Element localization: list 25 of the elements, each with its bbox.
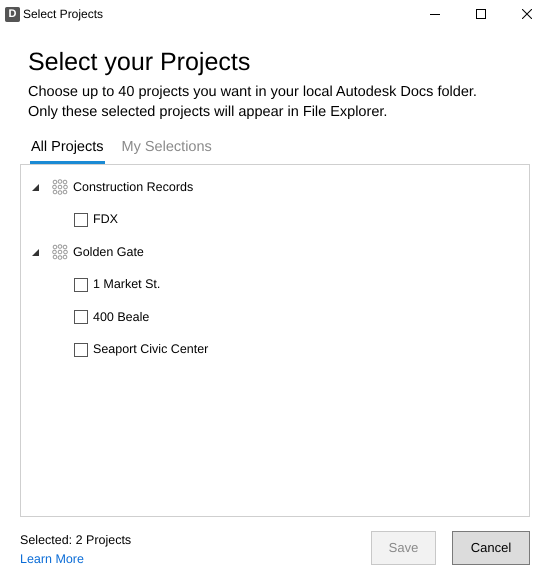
dialog-button[interactable]: Cancel xyxy=(452,530,530,565)
window-title: Select Projects xyxy=(23,6,104,23)
group-label[interactable]: Golden Gate xyxy=(73,242,144,262)
project-label[interactable]: Seaport Civic Center xyxy=(93,340,208,359)
app-icon: D xyxy=(5,6,20,22)
description-text: Choose up to 40 projects you want in your local Autodesk Docs folder. xyxy=(28,83,478,102)
group-label[interactable]: Construction Records xyxy=(73,178,194,196)
checkbox[interactable] xyxy=(74,212,88,226)
close-icon[interactable] xyxy=(522,9,532,19)
checkbox[interactable] xyxy=(74,342,88,356)
description-text: Only these selected projects will appear in File Explorer. xyxy=(28,103,388,122)
page-heading: Select your Projects xyxy=(28,47,252,78)
expand-caret-icon[interactable] xyxy=(32,248,39,256)
project-label[interactable]: 400 Beale xyxy=(93,308,150,326)
expand-caret-icon[interactable] xyxy=(32,184,39,190)
project-label[interactable]: 1 Market St. xyxy=(93,275,160,294)
learn-more-link[interactable]: Learn More xyxy=(20,552,84,566)
checkbox[interactable] xyxy=(74,278,88,292)
maximize-icon[interactable] xyxy=(476,9,486,19)
hub-icon xyxy=(52,244,68,260)
selection-status: Selected: 2 Projects xyxy=(20,532,132,549)
tab[interactable]: All Projects xyxy=(30,134,105,164)
checkbox[interactable] xyxy=(74,310,88,324)
hub-icon xyxy=(52,179,68,195)
project-label[interactable]: FDX xyxy=(93,210,118,229)
